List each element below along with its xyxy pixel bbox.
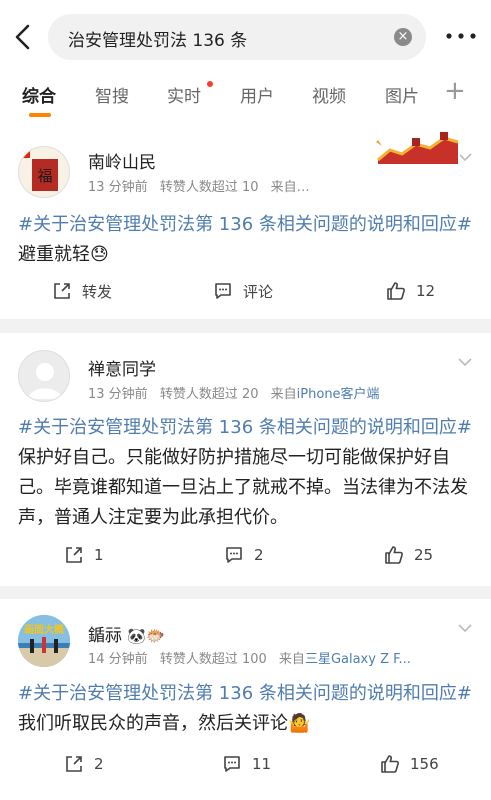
sweat-emoji: 😓	[90, 244, 109, 265]
source-client[interactable]: 三星Galaxy Z F...	[305, 652, 411, 667]
post-actions: 转发 评论 12	[0, 276, 491, 306]
active-tab-indicator	[29, 113, 51, 117]
repost-button[interactable]: 转发	[52, 276, 112, 306]
search-query: 治安管理处罚法 136 条	[68, 31, 248, 51]
repost-label: 转发	[82, 282, 113, 301]
repost-note: 转赞人数超过 100	[159, 652, 267, 667]
tab-realtime[interactable]: 实时	[167, 82, 201, 107]
post-meta: 13 分钟前 转赞人数超过 20 来自iPhone客户端	[88, 383, 380, 402]
avatar[interactable]	[18, 350, 70, 402]
source-prefix: 来自	[270, 387, 297, 402]
repost-icon	[54, 283, 70, 299]
more-options-icon[interactable]	[443, 24, 479, 48]
username[interactable]: 禅意同学	[88, 355, 156, 380]
svg-text:福: 福	[37, 167, 52, 185]
repost-note: 转赞人数超过 10	[159, 180, 259, 195]
topic-link[interactable]: #关于治安管理处罚法第 136 条相关问题的说明和回应#	[18, 683, 472, 704]
user-badge-emojis: 🐼🐡	[127, 627, 165, 645]
repost-note: 转赞人数超过 20	[159, 387, 259, 402]
tab-smart-search[interactable]: 智搜	[95, 82, 129, 107]
svg-text:画面大概: 画面大概	[24, 623, 64, 636]
post-time: 13 分钟前	[88, 387, 148, 402]
comment-count: 11	[252, 755, 272, 773]
avatar[interactable]: 画面大概	[18, 615, 70, 667]
tab-users[interactable]: 用户	[240, 82, 274, 107]
post-body: #关于治安管理处罚法第 136 条相关问题的说明和回应# 我们听取民众的声音，然后…	[18, 679, 473, 739]
like-count: 156	[410, 755, 439, 773]
comment-button[interactable]: 11	[222, 749, 271, 779]
post-time: 14 分钟前	[88, 652, 148, 667]
great-wall-badge-icon	[372, 130, 460, 168]
repost-icon	[66, 547, 82, 563]
post-card: 禅意同学 13 分钟前 转赞人数超过 20 来自iPhone客户端 #关于治安管…	[0, 333, 491, 586]
post-text: 保护好自己。只能做好防护措施尽一切可能做保护好自己。毕竟谁都知道一旦沾上了就戒不…	[18, 447, 468, 528]
topic-link[interactable]: #关于治安管理处罚法第 136 条相关问题的说明和回应#	[18, 417, 472, 438]
username[interactable]: 南岭山民	[88, 148, 156, 173]
like-button[interactable]: 12	[386, 276, 435, 306]
thumbs-up-icon	[387, 282, 405, 300]
topic-link[interactable]: #关于治安管理处罚法第 136 条相关问题的说明和回应#	[18, 214, 472, 235]
source-client[interactable]: iPhone客户端	[297, 387, 380, 402]
post-text: 我们听取民众的声音，然后关评论	[18, 713, 288, 734]
post-time: 13 分钟前	[88, 180, 148, 195]
post-actions: 2 11 156	[0, 749, 491, 779]
tab-images[interactable]: 图片	[385, 82, 419, 107]
comment-icon	[224, 756, 240, 772]
tab-comprehensive[interactable]: 综合	[22, 82, 56, 107]
post-meta: 14 分钟前 转赞人数超过 100 来自三星Galaxy Z F...	[88, 648, 411, 667]
post-actions: 1 2 25	[0, 540, 491, 570]
new-indicator-dot	[207, 81, 213, 87]
thumbs-up-icon	[385, 546, 403, 564]
comment-label: 评论	[243, 282, 274, 301]
like-button[interactable]: 156	[380, 749, 439, 779]
thumbs-up-icon	[381, 755, 399, 773]
repost-button[interactable]: 2	[64, 749, 104, 779]
post-text: 避重就轻	[18, 244, 90, 265]
repost-count: 2	[94, 755, 104, 773]
like-button[interactable]: 25	[384, 540, 433, 570]
tab-bar: 综合 智搜 实时 用户 视频 图片 +	[0, 72, 491, 122]
comment-button[interactable]: 评论	[213, 276, 273, 306]
chevron-down-icon[interactable]	[458, 357, 472, 367]
chevron-down-icon[interactable]	[458, 623, 472, 633]
comment-button[interactable]: 2	[224, 540, 264, 570]
tab-videos[interactable]: 视频	[312, 82, 346, 107]
username[interactable]: 鍎祘	[88, 626, 122, 646]
post-body: #关于治安管理处罚法第 136 条相关问题的说明和回应# 保护好自己。只能做好防护…	[18, 413, 473, 533]
like-count: 25	[414, 546, 434, 564]
comment-count: 2	[254, 546, 264, 564]
repost-icon	[66, 756, 82, 772]
source-prefix: 来自	[278, 652, 305, 667]
repost-count: 1	[94, 546, 104, 564]
post-body: #关于治安管理处罚法第 136 条相关问题的说明和回应# 避重就轻😓	[18, 210, 473, 270]
source-prefix: 来自…	[270, 180, 310, 195]
top-bar: 治安管理处罚法 136 条 ×	[0, 0, 491, 72]
comment-icon	[226, 547, 242, 563]
repost-button[interactable]: 1	[64, 540, 104, 570]
comment-icon	[215, 283, 231, 299]
post-card: 画面大概 鍎祘 🐼🐡 14 分钟前 转赞人数超过 100 来自三星Galaxy …	[0, 599, 491, 800]
shrug-emoji: 🤷	[288, 713, 311, 734]
like-count: 12	[416, 282, 436, 300]
avatar[interactable]: 福	[18, 146, 70, 198]
add-tab-icon[interactable]: +	[444, 76, 466, 106]
back-arrow-icon[interactable]	[12, 22, 36, 52]
clear-icon[interactable]: ×	[394, 28, 412, 46]
chevron-down-icon[interactable]	[458, 152, 472, 162]
search-input[interactable]: 治安管理处罚法 136 条 ×	[48, 14, 426, 60]
post-meta: 13 分钟前 转赞人数超过 10 来自…	[88, 176, 310, 195]
username-row: 鍎祘 🐼🐡	[88, 621, 165, 646]
